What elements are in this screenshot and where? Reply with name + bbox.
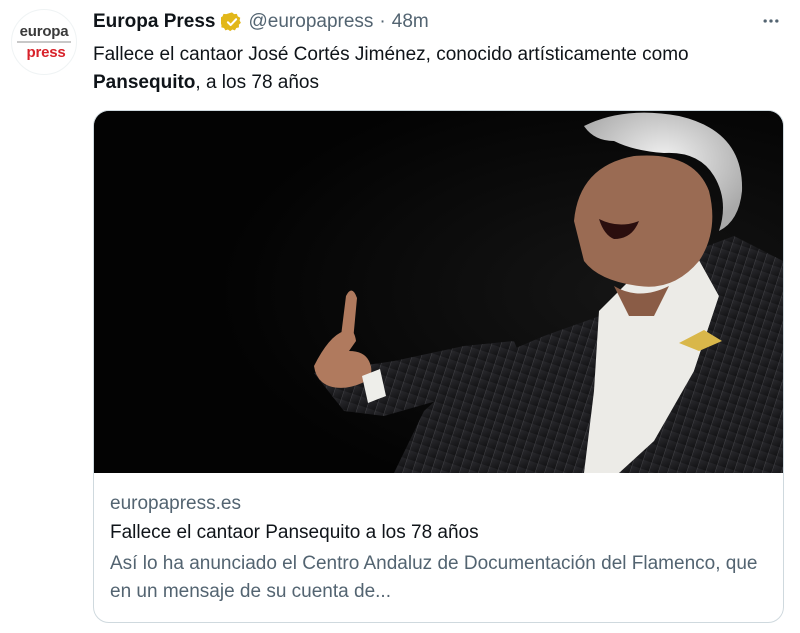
card-description: Así lo ha anunciado el Centro Andaluz de… xyxy=(110,553,758,602)
tweet-text-bold: Pansequito xyxy=(93,72,196,93)
card-image[interactable] xyxy=(94,111,783,473)
tweet-text: Fallece el cantaor José Cortés Jiménez, … xyxy=(93,41,783,97)
avatar[interactable]: europa press xyxy=(11,9,77,75)
card-domain[interactable]: europapress.es xyxy=(110,493,241,515)
card-title[interactable]: Fallece el cantaor Pansequito a los 78 a… xyxy=(110,522,479,544)
verified-badge-icon[interactable] xyxy=(220,11,243,33)
header-separator: · xyxy=(379,11,386,32)
singer-photo xyxy=(94,111,783,473)
author-name[interactable]: Europa Press xyxy=(93,11,216,33)
link-card[interactable]: europapress.es Fallece el cantaor Panseq… xyxy=(93,110,784,623)
tweet-header: Europa Press @europapress · 48m xyxy=(93,10,429,34)
avatar-logo-line1: europa xyxy=(19,23,69,41)
author-handle[interactable]: @europapress xyxy=(249,11,374,33)
more-horizontal-icon xyxy=(763,19,779,23)
avatar-logo-divider xyxy=(17,41,71,43)
more-options-button[interactable] xyxy=(758,8,784,34)
tweet-timestamp[interactable]: 48m xyxy=(392,11,429,33)
tweet-text-part1: Fallece el cantaor José Cortés Jiménez, … xyxy=(93,44,689,65)
avatar-logo-line2: press xyxy=(26,43,66,61)
tweet-text-part2: , a los 78 años xyxy=(195,72,319,93)
